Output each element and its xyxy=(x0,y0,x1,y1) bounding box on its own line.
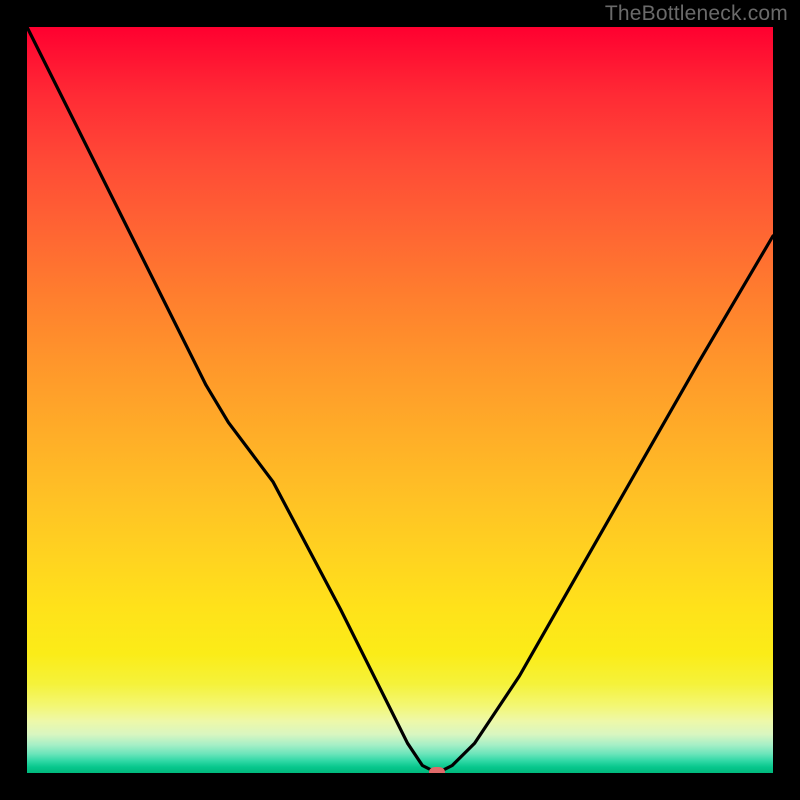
bottleneck-curve xyxy=(27,27,773,773)
plot-area xyxy=(27,27,773,773)
chart-frame: TheBottleneck.com xyxy=(0,0,800,800)
watermark-text: TheBottleneck.com xyxy=(605,2,788,26)
minimum-marker-icon xyxy=(429,767,445,773)
